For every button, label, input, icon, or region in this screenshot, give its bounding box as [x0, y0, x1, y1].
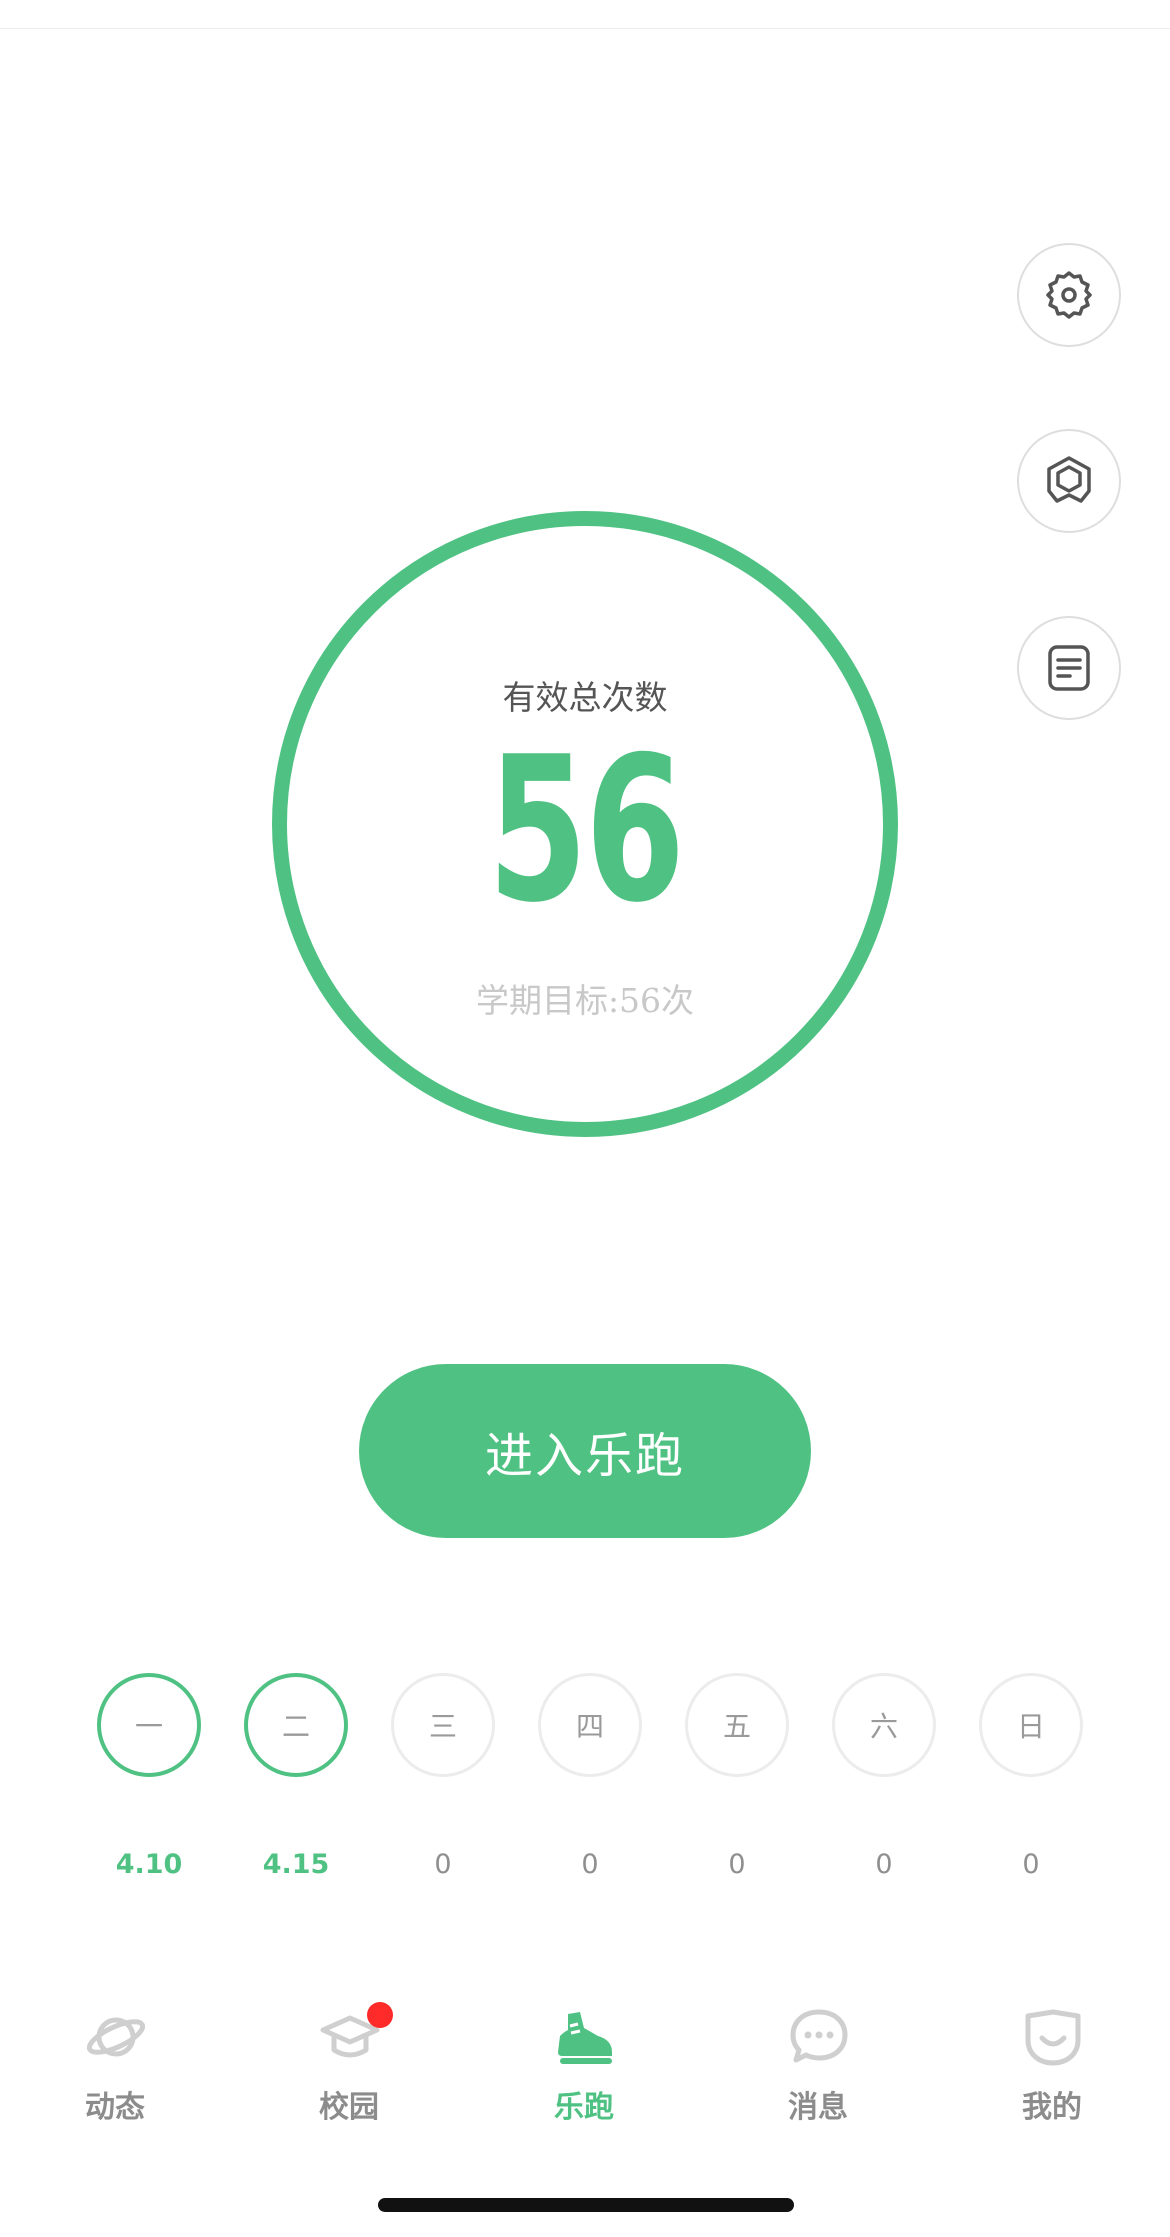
run-home-screen: 有效总次数 56 学期目标:56次 进入乐跑 一 二 三 四 五 六 日 4.1…	[0, 0, 1170, 2237]
day-count-sat: 0	[875, 1849, 893, 1880]
tab-run[interactable]: 乐跑	[504, 1996, 664, 2126]
planet-icon	[85, 2006, 147, 2068]
day-count-thu: 0	[581, 1849, 599, 1880]
progress-ring: 有效总次数 56 学期目标:56次	[272, 511, 898, 1137]
progress-title: 有效总次数	[502, 678, 668, 717]
day-circle-wed[interactable]: 三	[391, 1673, 495, 1777]
tab-messages[interactable]: 消息	[738, 1996, 898, 2126]
document-list-icon	[1048, 645, 1090, 691]
day-count-sun: 0	[1022, 1849, 1040, 1880]
tab-label: 动态	[85, 2090, 145, 2125]
day-circle-mon[interactable]: 一	[97, 1673, 201, 1777]
records-button[interactable]	[1017, 616, 1121, 720]
notification-badge	[367, 2002, 393, 2028]
day-circle-fri[interactable]: 五	[685, 1673, 789, 1777]
running-shoe-icon	[554, 2006, 616, 2068]
gear-icon	[1046, 271, 1092, 319]
day-count-mon: 4.10	[115, 1849, 183, 1880]
hexagon-badge-icon	[1047, 456, 1091, 503]
medal-button[interactable]	[1017, 429, 1121, 533]
bottom-tab-bar: 动态 校园 乐跑 消息 我的	[0, 1996, 1170, 2126]
day-count-wed: 0	[434, 1849, 452, 1880]
tab-feed[interactable]: 动态	[35, 1996, 195, 2126]
tab-profile[interactable]: 我的	[972, 1996, 1132, 2126]
tab-label: 消息	[788, 2090, 848, 2125]
progress-value: 56	[487, 714, 686, 947]
tab-campus[interactable]: 校园	[269, 1996, 429, 2126]
day-circle-thu[interactable]: 四	[538, 1673, 642, 1777]
home-indicator	[378, 2198, 794, 2212]
day-circle-sun[interactable]: 日	[979, 1673, 1083, 1777]
tab-label: 乐跑	[554, 2090, 614, 2125]
tab-label: 校园	[319, 2090, 379, 2125]
semester-goal: 学期目标:56次	[475, 981, 695, 1020]
settings-button[interactable]	[1017, 243, 1121, 347]
week-summary: 一 二 三 四 五 六 日 4.10 4.15 0 0 0 0 0	[0, 1673, 1170, 1893]
chat-bubble-icon	[788, 2006, 850, 2068]
top-bar	[0, 0, 1170, 29]
day-count-fri: 0	[728, 1849, 746, 1880]
day-count-tue: 4.15	[262, 1849, 330, 1880]
enter-run-button[interactable]: 进入乐跑	[359, 1364, 811, 1538]
day-circle-sat[interactable]: 六	[832, 1673, 936, 1777]
smile-face-icon	[1022, 2006, 1084, 2068]
day-circle-tue[interactable]: 二	[244, 1673, 348, 1777]
tab-label: 我的	[1022, 2090, 1082, 2125]
